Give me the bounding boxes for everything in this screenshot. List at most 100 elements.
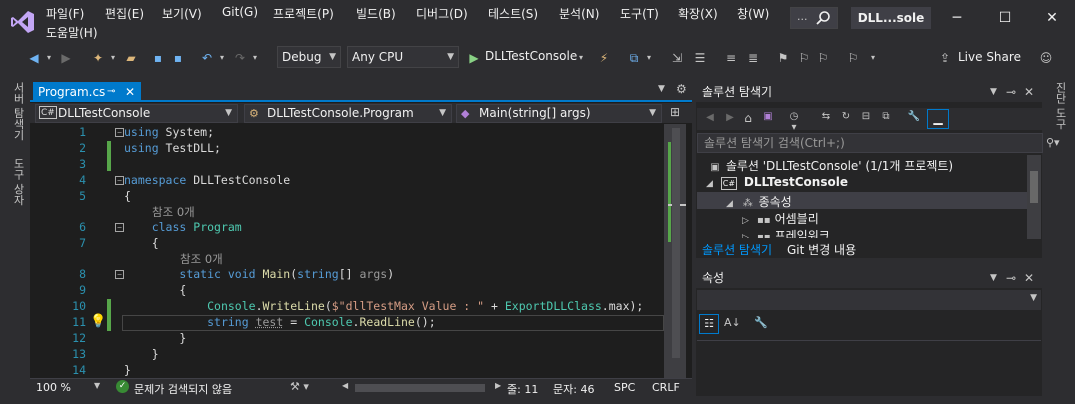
panel-close-icon[interactable]: ✕: [1024, 82, 1034, 102]
bookmark-icon[interactable]: ⚑: [775, 50, 791, 66]
close-icon[interactable]: ✕: [1042, 8, 1062, 28]
open-folder-icon[interactable]: ▰: [123, 50, 139, 66]
search-icon[interactable]: [815, 10, 831, 26]
menu-git[interactable]: Git(G): [222, 5, 258, 19]
server-explorer-tab[interactable]: 서버 탐색기: [8, 82, 26, 156]
menu-extensions[interactable]: 확장(X): [678, 5, 718, 22]
alphabetical-icon[interactable]: A↓: [724, 316, 741, 329]
show-all-files-icon[interactable]: ⧉: [879, 111, 893, 122]
step-over-icon[interactable]: ⇲: [669, 50, 685, 66]
prev-bookmark-icon[interactable]: ⚐: [796, 50, 812, 66]
tab-close-icon[interactable]: ✕: [125, 82, 135, 102]
live-share-icon[interactable]: ⇪: [937, 50, 953, 66]
nav-project-dropdown[interactable]: C# DLLTestConsole ▼: [35, 104, 238, 123]
menu-edit[interactable]: 편집(E): [105, 5, 144, 22]
back-icon[interactable]: ◀: [26, 50, 42, 66]
config-dropdown[interactable]: Debug ▼: [277, 46, 341, 68]
back-dropdown-icon[interactable]: ▾: [41, 50, 57, 66]
scroll-right-icon[interactable]: ▶: [495, 381, 501, 390]
scroll-left-icon[interactable]: ◀: [342, 381, 348, 390]
menu-window[interactable]: 창(W): [737, 5, 769, 22]
solution-search-field[interactable]: 솔루션 탐색기 검색(Ctrl+;): [697, 133, 1043, 153]
comment-icon[interactable]: ≡: [723, 50, 739, 66]
tree-item-solution[interactable]: ▣ 솔루션 'DLLTestConsole' (1/1개 프로젝트): [708, 157, 953, 174]
properties-object-dropdown[interactable]: ▼: [697, 290, 1041, 310]
tab-solution-explorer[interactable]: 솔루션 탐색기: [697, 240, 777, 260]
start-debug-button[interactable]: DLLTestConsole: [485, 49, 577, 63]
start-dropdown-icon[interactable]: ▾: [573, 50, 589, 66]
vertical-scrollbar[interactable]: [664, 124, 686, 378]
fold-toggle-icon[interactable]: −: [115, 176, 124, 185]
nav-member-dropdown[interactable]: ◆ Main(string[] args) ▼: [456, 104, 662, 123]
clear-bookmarks-icon[interactable]: ⚐: [845, 50, 861, 66]
fold-toggle-icon[interactable]: −: [115, 270, 124, 279]
preview-selected-icon[interactable]: ▁: [927, 109, 949, 129]
search-options-icon[interactable]: ⚲▾: [1046, 136, 1060, 149]
pending-changes-icon[interactable]: ◷ ▾: [787, 111, 801, 133]
menu-file[interactable]: 파일(F): [46, 5, 84, 22]
cleanup-icon[interactable]: ⚒ ▾: [290, 380, 309, 393]
new-project-icon[interactable]: ✦: [90, 50, 106, 66]
toolbar-options-icon[interactable]: ▾: [865, 50, 881, 66]
undo-dropdown-icon[interactable]: ▾: [214, 50, 230, 66]
pin-icon[interactable]: ⊸: [1006, 268, 1016, 288]
minimize-icon[interactable]: ─: [947, 8, 967, 28]
tree-item-frameworks[interactable]: ▷ ▪▪ 프레임워크: [742, 227, 830, 238]
horizontal-scrollbar[interactable]: [355, 384, 485, 392]
fold-toggle-icon[interactable]: −: [115, 128, 124, 137]
next-bookmark-icon[interactable]: ⚐: [815, 50, 831, 66]
save-icon[interactable]: ▪: [150, 50, 166, 66]
tab-list-icon[interactable]: ▼: [658, 84, 665, 94]
lightbulb-icon[interactable]: 💡: [90, 314, 106, 329]
browser-dropdown-icon[interactable]: ▾: [641, 50, 657, 66]
browser-link-icon[interactable]: ⧉: [626, 50, 642, 66]
editor-settings-icon[interactable]: ⚙: [676, 82, 687, 96]
sync-icon[interactable]: ⇆: [819, 111, 833, 122]
codelens-references[interactable]: 참조 0개: [180, 251, 223, 267]
layout-icon[interactable]: ☰: [692, 50, 708, 66]
tab-git-changes[interactable]: Git 변경 내용: [782, 240, 861, 260]
zoom-dropdown-icon[interactable]: ▼: [94, 381, 100, 390]
split-editor-icon[interactable]: ⊞: [670, 105, 680, 119]
undo-icon[interactable]: ↶: [199, 50, 215, 66]
property-pages-icon[interactable]: 🔧: [754, 316, 768, 329]
panel-options-icon[interactable]: ▼: [990, 82, 997, 102]
redo-icon[interactable]: ↷: [232, 50, 248, 66]
panel-options-icon[interactable]: ▼: [990, 268, 997, 288]
save-all-icon[interactable]: ▪: [170, 50, 186, 66]
zoom-level[interactable]: 100 %: [36, 381, 71, 394]
live-share-button[interactable]: Live Share: [958, 50, 1021, 64]
tree-item-dependencies[interactable]: ◢ ⁂ 종속성: [726, 193, 792, 210]
visual-studio-logo-icon[interactable]: [10, 9, 36, 35]
line-indicator[interactable]: 줄: 11: [507, 381, 538, 397]
scroll-thumb[interactable]: [672, 128, 680, 358]
tree-item-project[interactable]: ◢ C# DLLTestConsole: [706, 175, 848, 190]
start-debug-icon[interactable]: ▶: [466, 50, 482, 66]
uncomment-icon[interactable]: ≣: [745, 50, 761, 66]
maximize-icon[interactable]: ☐: [995, 8, 1015, 28]
codelens-references[interactable]: 참조 0개: [152, 204, 195, 220]
switch-views-icon[interactable]: ▣: [761, 111, 775, 122]
new-dropdown-icon[interactable]: ▾: [105, 50, 121, 66]
search-input[interactable]: ...: [797, 10, 808, 23]
menu-project[interactable]: 프로젝트(P): [273, 5, 334, 22]
menu-test[interactable]: 테스트(S): [488, 5, 538, 22]
scroll-thumb[interactable]: [1030, 171, 1038, 203]
menu-build[interactable]: 빌드(B): [356, 5, 396, 22]
home-icon[interactable]: ⌂: [741, 111, 755, 125]
tab-program-cs[interactable]: Program.cs ⊸ ✕: [33, 82, 141, 102]
pin-icon[interactable]: ⊸: [1006, 82, 1016, 102]
properties-icon[interactable]: 🔧: [907, 111, 921, 122]
pin-icon[interactable]: ⊸: [107, 82, 115, 102]
menu-debug[interactable]: 디버그(D): [416, 5, 468, 22]
tree-item-assemblies[interactable]: ▷ ▪▪ 어셈블리: [742, 210, 819, 227]
menu-analyze[interactable]: 분석(N): [559, 5, 599, 22]
forward-icon[interactable]: ▶: [58, 50, 74, 66]
line-ending-indicator[interactable]: CRLF: [652, 381, 680, 394]
platform-dropdown[interactable]: Any CPU ▼: [347, 46, 459, 68]
redo-dropdown-icon[interactable]: ▾: [247, 50, 263, 66]
feedback-icon[interactable]: ☺: [1038, 50, 1054, 66]
collapse-all-icon[interactable]: ⊟: [859, 111, 873, 122]
hot-reload-icon[interactable]: ⚡: [596, 50, 612, 66]
menu-help[interactable]: 도움말(H): [46, 24, 98, 41]
